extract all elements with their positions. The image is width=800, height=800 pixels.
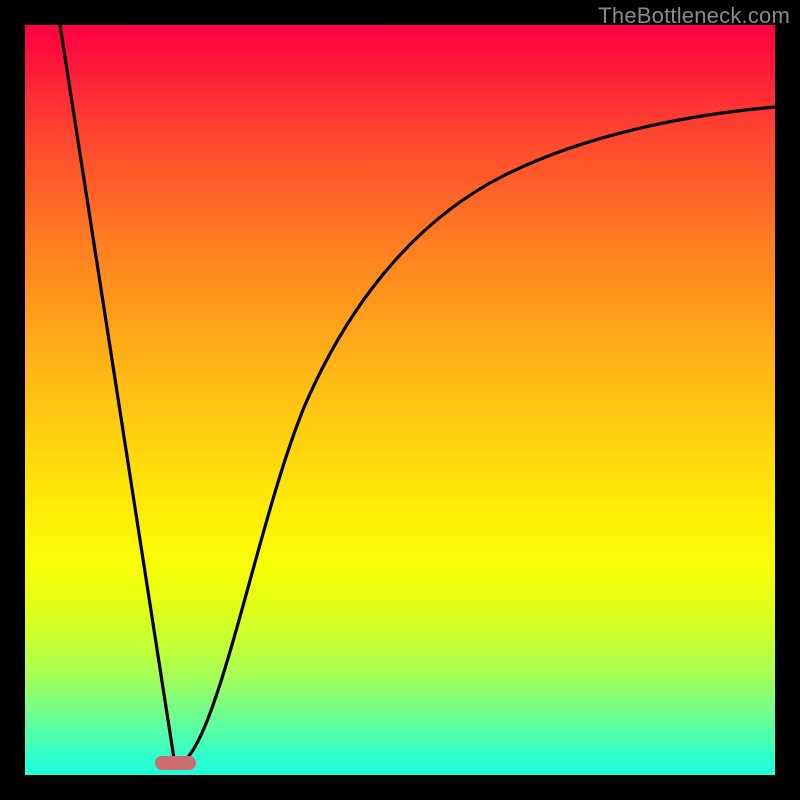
chart-frame: TheBottleneck.com <box>0 0 800 800</box>
watermark-text: TheBottleneck.com <box>598 3 790 29</box>
plot-area <box>25 25 775 775</box>
curve-svg <box>25 25 775 775</box>
min-marker <box>155 756 196 770</box>
v-curve-path <box>60 25 775 765</box>
